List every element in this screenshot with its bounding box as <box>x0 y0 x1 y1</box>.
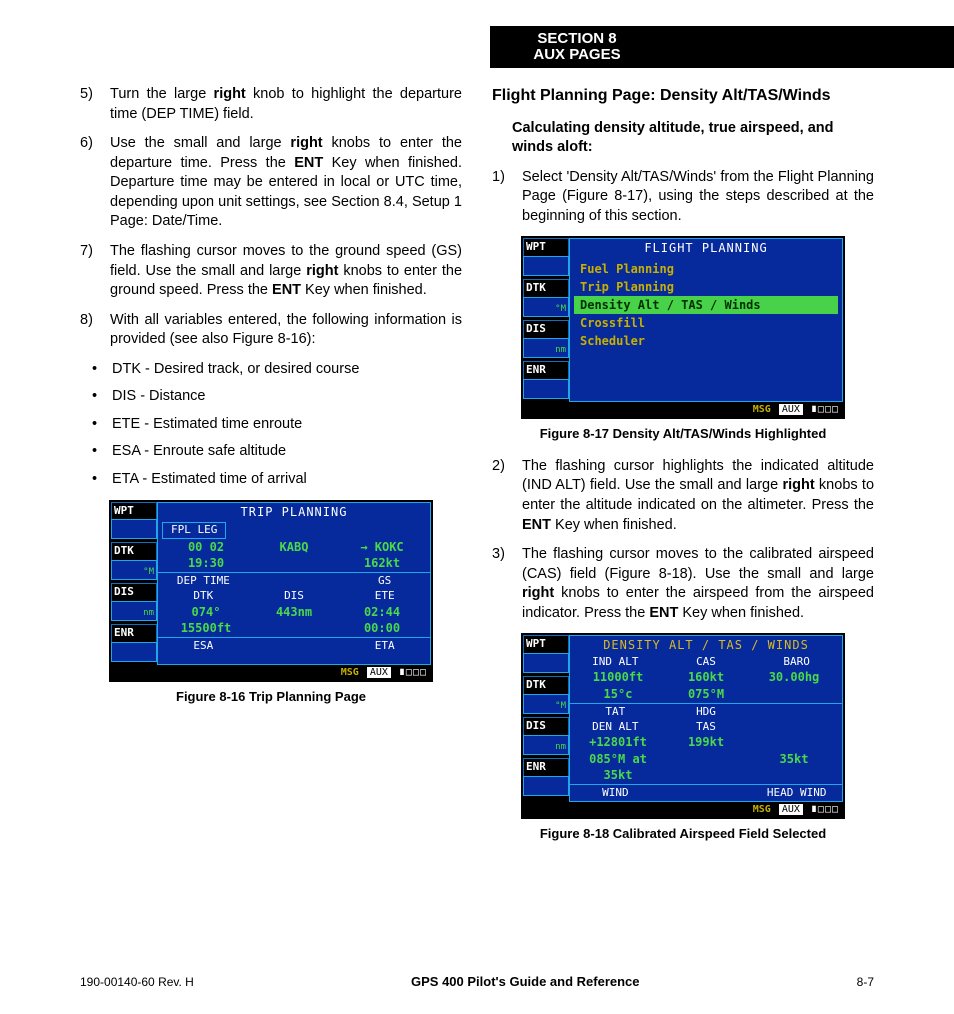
gps-row: 11000ft160kt30.00hg <box>570 669 842 685</box>
list-item: 5)Turn the large right knob to highlight… <box>80 85 462 124</box>
figure-8-18-screen: WPT DTK°M DISnm ENR DENSITY ALT / TAS / WIN… <box>521 633 845 819</box>
gps-menu-item: Density Alt / TAS / Winds <box>574 296 838 314</box>
right-heading: Flight Planning Page: Density Alt/TAS/Wi… <box>492 85 874 107</box>
gps-menu-item: Trip Planning <box>574 278 838 296</box>
gps-side-label: ENR <box>111 624 157 642</box>
gps-side-label: DTK <box>523 279 569 297</box>
gps-side-value <box>523 653 569 673</box>
gps-side-value <box>523 379 569 399</box>
gps-side-value: nm <box>523 735 569 755</box>
gps-side-value: °M <box>523 297 569 317</box>
gps-row: ESAETA <box>158 639 430 654</box>
fig17-caption: Figure 8-17 Density Alt/TAS/Winds Highli… <box>492 425 874 443</box>
list-item: 3)The flashing cursor moves to the calib… <box>492 545 874 623</box>
fig16-tabs: FPL LEG <box>162 522 226 539</box>
gps-side-value: °M <box>111 560 157 580</box>
list-item: 6)Use the small and large right knobs to… <box>80 134 462 232</box>
left-column: 5)Turn the large right knob to highlight… <box>80 85 462 954</box>
section-header-line1: SECTION 8 <box>507 31 647 48</box>
page-footer: 190-00140-60 Rev. H GPS 400 Pilot's Guid… <box>80 974 874 989</box>
gps-row: WINDHEAD WIND <box>570 786 842 801</box>
figure-8-16-screen: WPT DTK°M DISnm ENR TRIP PLANNING FPL LEG 0… <box>109 500 433 683</box>
right-list-1: 1)Select 'Density Alt/TAS/Winds' from th… <box>492 168 874 227</box>
gps-row: 074°443nm02:44 <box>158 604 430 620</box>
gps-row: DTKDISETE <box>158 589 430 604</box>
gps-row: 00 02KABQ→ KOKC <box>158 539 430 555</box>
gps-row: 19:30162kt <box>158 555 430 571</box>
list-item: 7)The flashing cursor moves to the groun… <box>80 242 462 301</box>
right-subheading: Calculating density altitude, true airsp… <box>512 119 874 158</box>
fig16-bottom-bar: MSG AUX ∎□□□ <box>111 665 431 681</box>
gps-row: TATHDG <box>570 705 842 720</box>
footer-left: 190-00140-60 Rev. H <box>80 975 194 989</box>
bullet-item: DIS - Distance <box>112 387 462 407</box>
gps-side-label: WPT <box>523 635 569 653</box>
gps-row: +12801ft199kt <box>570 734 842 750</box>
page: SECTION 8 AUX PAGES 5)Turn the large rig… <box>0 0 954 1014</box>
bullet-item: ETE - Estimated time enroute <box>112 415 462 435</box>
gps-row: DEP TIMEGS <box>158 574 430 589</box>
left-ordered-list: 5)Turn the large right knob to highlight… <box>80 85 462 350</box>
footer-mid: GPS 400 Pilot's Guide and Reference <box>411 974 640 989</box>
list-item: 2)The flashing cursor highlights the ind… <box>492 457 874 535</box>
bullet-item: ESA - Enroute safe altitude <box>112 442 462 462</box>
right-list-2: 2)The flashing cursor highlights the ind… <box>492 457 874 624</box>
gps-side-label: ENR <box>523 361 569 379</box>
fig17-bottom-bar: MSG AUX ∎□□□ <box>523 402 843 418</box>
fig17-title: FLIGHT PLANNING <box>570 239 842 257</box>
gps-menu-item: Scheduler <box>574 332 838 350</box>
gps-side-value <box>523 776 569 796</box>
gps-side-label: DTK <box>523 676 569 694</box>
bullet-item: DTK - Desired track, or desired course <box>112 360 462 380</box>
gps-side-label: WPT <box>523 238 569 256</box>
gps-menu-item: Crossfill <box>574 314 838 332</box>
content: 5)Turn the large right knob to highlight… <box>80 85 874 954</box>
gps-side-label: WPT <box>111 502 157 520</box>
fig18-title: DENSITY ALT / TAS / WINDS <box>570 636 842 654</box>
fig18-caption: Figure 8-18 Calibrated Airspeed Field Se… <box>492 825 874 843</box>
gps-side-value <box>111 642 157 662</box>
figure-8-17-screen: WPT DTK°M DISnm ENR FLIGHT PLANNING Fuel Pl… <box>521 236 845 419</box>
gps-row: 085°M at 35kt35kt <box>570 751 842 783</box>
section-header-line2: AUX PAGES <box>507 47 647 64</box>
list-item: 8)With all variables entered, the follow… <box>80 311 462 350</box>
gps-side-label: ENR <box>523 758 569 776</box>
gps-menu-item: Fuel Planning <box>574 260 838 278</box>
gps-row: DEN ALTTAS <box>570 720 842 735</box>
fig16-title: TRIP PLANNING <box>158 503 430 521</box>
fig16-caption: Figure 8-16 Trip Planning Page <box>80 688 462 706</box>
left-bullet-list: DTK - Desired track, or desired course DI… <box>80 360 462 490</box>
bullet-item: ETA - Estimated time of arrival <box>112 470 462 490</box>
fig18-bottom-bar: MSG AUX ∎□□□ <box>523 802 843 818</box>
gps-side-label: DIS <box>523 717 569 735</box>
section-header: SECTION 8 AUX PAGES <box>490 26 954 68</box>
gps-side-value <box>111 519 157 539</box>
gps-side-value: °M <box>523 694 569 714</box>
gps-side-value: nm <box>523 338 569 358</box>
footer-right: 8-7 <box>857 975 874 989</box>
gps-row: 15°c075°M <box>570 686 842 702</box>
gps-side-label: DIS <box>111 583 157 601</box>
gps-row: IND ALTCASBARO <box>570 655 842 670</box>
gps-side-label: DTK <box>111 542 157 560</box>
gps-row: 15500ft00:00 <box>158 620 430 636</box>
gps-side-label: DIS <box>523 320 569 338</box>
gps-side-value: nm <box>111 601 157 621</box>
gps-side-value <box>523 256 569 276</box>
right-column: Flight Planning Page: Density Alt/TAS/Wi… <box>492 85 874 954</box>
